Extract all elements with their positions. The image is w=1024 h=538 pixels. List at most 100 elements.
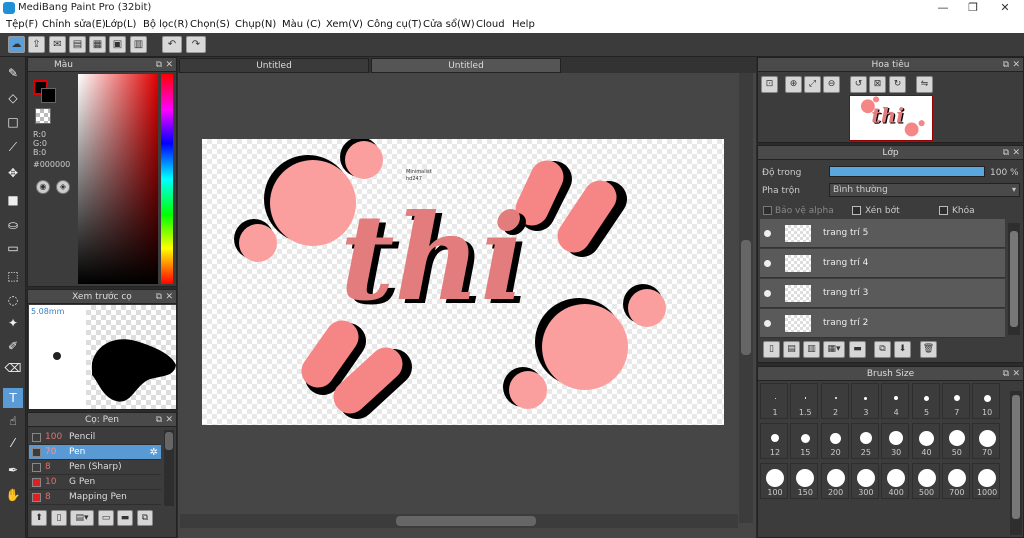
panel-icon[interactable]: ▣: [109, 36, 126, 53]
hand-tool-icon[interactable]: ✋: [3, 485, 23, 505]
brush-item-g-pen[interactable]: 10 G Pen: [29, 475, 161, 490]
brush-size-option-200[interactable]: 200: [820, 463, 849, 499]
brush-item-mapping-pen[interactable]: 8 Mapping Pen: [29, 490, 161, 505]
brush-item-pen-sharp[interactable]: 8 Pen (Sharp): [29, 460, 161, 475]
layer-list-scrollbar[interactable]: [1008, 223, 1020, 335]
brush-copy-icon[interactable]: ▭: [98, 510, 114, 526]
brush-size-option-40[interactable]: 40: [911, 423, 940, 459]
new-brush-icon[interactable]: ▯: [51, 510, 67, 526]
flip-icon[interactable]: ⇋: [916, 76, 933, 93]
brush-size-option-30[interactable]: 30: [881, 423, 910, 459]
menu-cloud[interactable]: Cloud: [476, 19, 505, 30]
brush-size-option-25[interactable]: 25: [850, 423, 879, 459]
brush-size-option-150[interactable]: 150: [790, 463, 819, 499]
menu-window[interactable]: Cửa sổ(W): [423, 19, 475, 30]
navigator-thumbnail[interactable]: thi thi: [849, 95, 933, 141]
undock-icon[interactable]: ⧉: [1003, 58, 1009, 72]
lock-checkbox[interactable]: [939, 206, 948, 215]
merge-layer-icon[interactable]: ⬇: [894, 341, 911, 358]
duplicate-layer-icon[interactable]: ⧉: [874, 341, 891, 358]
horizontal-scroll-thumb[interactable]: [396, 516, 536, 526]
rotate-right-icon[interactable]: ↻: [889, 76, 906, 93]
brush-size-scrollbar[interactable]: [1010, 391, 1022, 535]
blend-mode-select[interactable]: Bình thường ▾: [829, 183, 1020, 197]
text-tool-icon[interactable]: T: [3, 388, 23, 408]
menu-select[interactable]: Chọn(S): [190, 19, 230, 30]
undock-icon[interactable]: ⧉: [156, 58, 162, 72]
brush-menu-icon[interactable]: ▤▾: [70, 510, 94, 526]
cloud-icon[interactable]: ☁: [8, 36, 25, 53]
layer-row[interactable]: trang trí 3: [760, 279, 1005, 308]
brush-size-option-700[interactable]: 700: [941, 463, 970, 499]
undock-icon[interactable]: ⧉: [1003, 146, 1009, 160]
close-icon[interactable]: ✕: [165, 290, 173, 304]
layer-row[interactable]: trang trí 5: [760, 219, 1005, 248]
select-eraser-icon[interactable]: ⌫: [3, 358, 23, 378]
background-color-swatch[interactable]: [41, 88, 56, 103]
brush-size-option-1.5[interactable]: 1.5: [790, 383, 819, 419]
close-icon[interactable]: ✕: [165, 413, 173, 427]
brush-list-scrollbar[interactable]: [164, 430, 174, 506]
menu-edit[interactable]: Chỉnh sửa(E): [42, 19, 106, 30]
menu-layer[interactable]: Lớp(L): [105, 19, 136, 30]
menu-tools[interactable]: Công cụ(T): [367, 19, 422, 30]
line-tool-icon[interactable]: ⟋: [3, 137, 23, 157]
close-icon[interactable]: ✕: [1012, 367, 1020, 381]
close-icon[interactable]: ✕: [1012, 146, 1020, 160]
undock-icon[interactable]: ⧉: [156, 413, 162, 427]
zoom-out-icon[interactable]: ⊖: [823, 76, 840, 93]
new-halftone-layer-icon[interactable]: ▤: [783, 341, 800, 358]
drawing-canvas[interactable]: thi thi Minimalist hd247: [202, 139, 724, 425]
zoom-fit-icon[interactable]: ⊡: [761, 76, 778, 93]
rectangle-tool-icon[interactable]: □: [3, 112, 23, 132]
tab-untitled-2[interactable]: Untitled: [371, 58, 561, 73]
brush-size-option-500[interactable]: 500: [911, 463, 940, 499]
menu-capture[interactable]: Chụp(N): [235, 19, 276, 30]
brush-size-option-3[interactable]: 3: [850, 383, 879, 419]
zoom-in-icon[interactable]: ⊕: [785, 76, 802, 93]
close-button[interactable]: ✕: [990, 0, 1020, 16]
select-rect-icon[interactable]: ⬚: [3, 266, 23, 286]
brush-size-option-300[interactable]: 300: [850, 463, 879, 499]
undock-icon[interactable]: ⧉: [1003, 367, 1009, 381]
operation-tool-icon[interactable]: ☝: [3, 411, 23, 431]
menu-file[interactable]: Tệp(F): [6, 19, 38, 30]
fill-rect-icon[interactable]: ■: [3, 190, 23, 210]
brush-size-option-400[interactable]: 400: [881, 463, 910, 499]
brush-size-option-20[interactable]: 20: [820, 423, 849, 459]
rotate-left-icon[interactable]: ↺: [850, 76, 867, 93]
dropper-tool-icon[interactable]: ⁄: [3, 433, 23, 453]
protect-alpha-checkbox[interactable]: [763, 206, 772, 215]
select-pen-icon[interactable]: ✐: [3, 336, 23, 356]
folder-icon[interactable]: ▬: [117, 510, 133, 526]
brush-size-option-2[interactable]: 2: [820, 383, 849, 419]
move-tool-icon[interactable]: ✥: [3, 163, 23, 183]
undo-icon[interactable]: ↶: [162, 36, 182, 53]
brush-size-option-1[interactable]: 1: [760, 383, 788, 419]
brush-size-option-1000[interactable]: 1000: [972, 463, 1001, 499]
close-icon[interactable]: ✕: [1012, 58, 1020, 72]
fit-window-icon[interactable]: ⤢: [804, 76, 821, 93]
brush-item-pen[interactable]: 70 Pen ✲: [29, 445, 161, 460]
eraser-tool-icon[interactable]: ◇: [3, 88, 23, 108]
close-icon[interactable]: ✕: [165, 58, 173, 72]
vertical-scroll-thumb[interactable]: [741, 240, 751, 355]
tab-untitled-1[interactable]: Untitled: [179, 58, 369, 73]
eyedropper-icon[interactable]: ✒: [3, 460, 23, 480]
redo-icon[interactable]: ↷: [186, 36, 206, 53]
bucket-tool-icon[interactable]: ⛀: [3, 215, 23, 235]
layer-row[interactable]: trang trí 4: [760, 249, 1005, 278]
layer-folder-icon[interactable]: ▬: [849, 341, 866, 358]
share-icon[interactable]: ⇪: [28, 36, 45, 53]
visibility-icon[interactable]: [764, 260, 771, 267]
visibility-icon[interactable]: [764, 230, 771, 237]
visibility-icon[interactable]: [764, 320, 771, 327]
brush-size-option-70[interactable]: 70: [972, 423, 1001, 459]
undock-icon[interactable]: ⧉: [156, 290, 162, 304]
clipping-checkbox[interactable]: [852, 206, 861, 215]
minimize-button[interactable]: —: [928, 0, 958, 16]
speech-icon[interactable]: ▤: [69, 36, 86, 53]
brush-size-option-10[interactable]: 10: [972, 383, 1001, 419]
saturation-value-picker[interactable]: [78, 74, 158, 284]
brush-tool-icon[interactable]: ✎: [3, 63, 23, 83]
